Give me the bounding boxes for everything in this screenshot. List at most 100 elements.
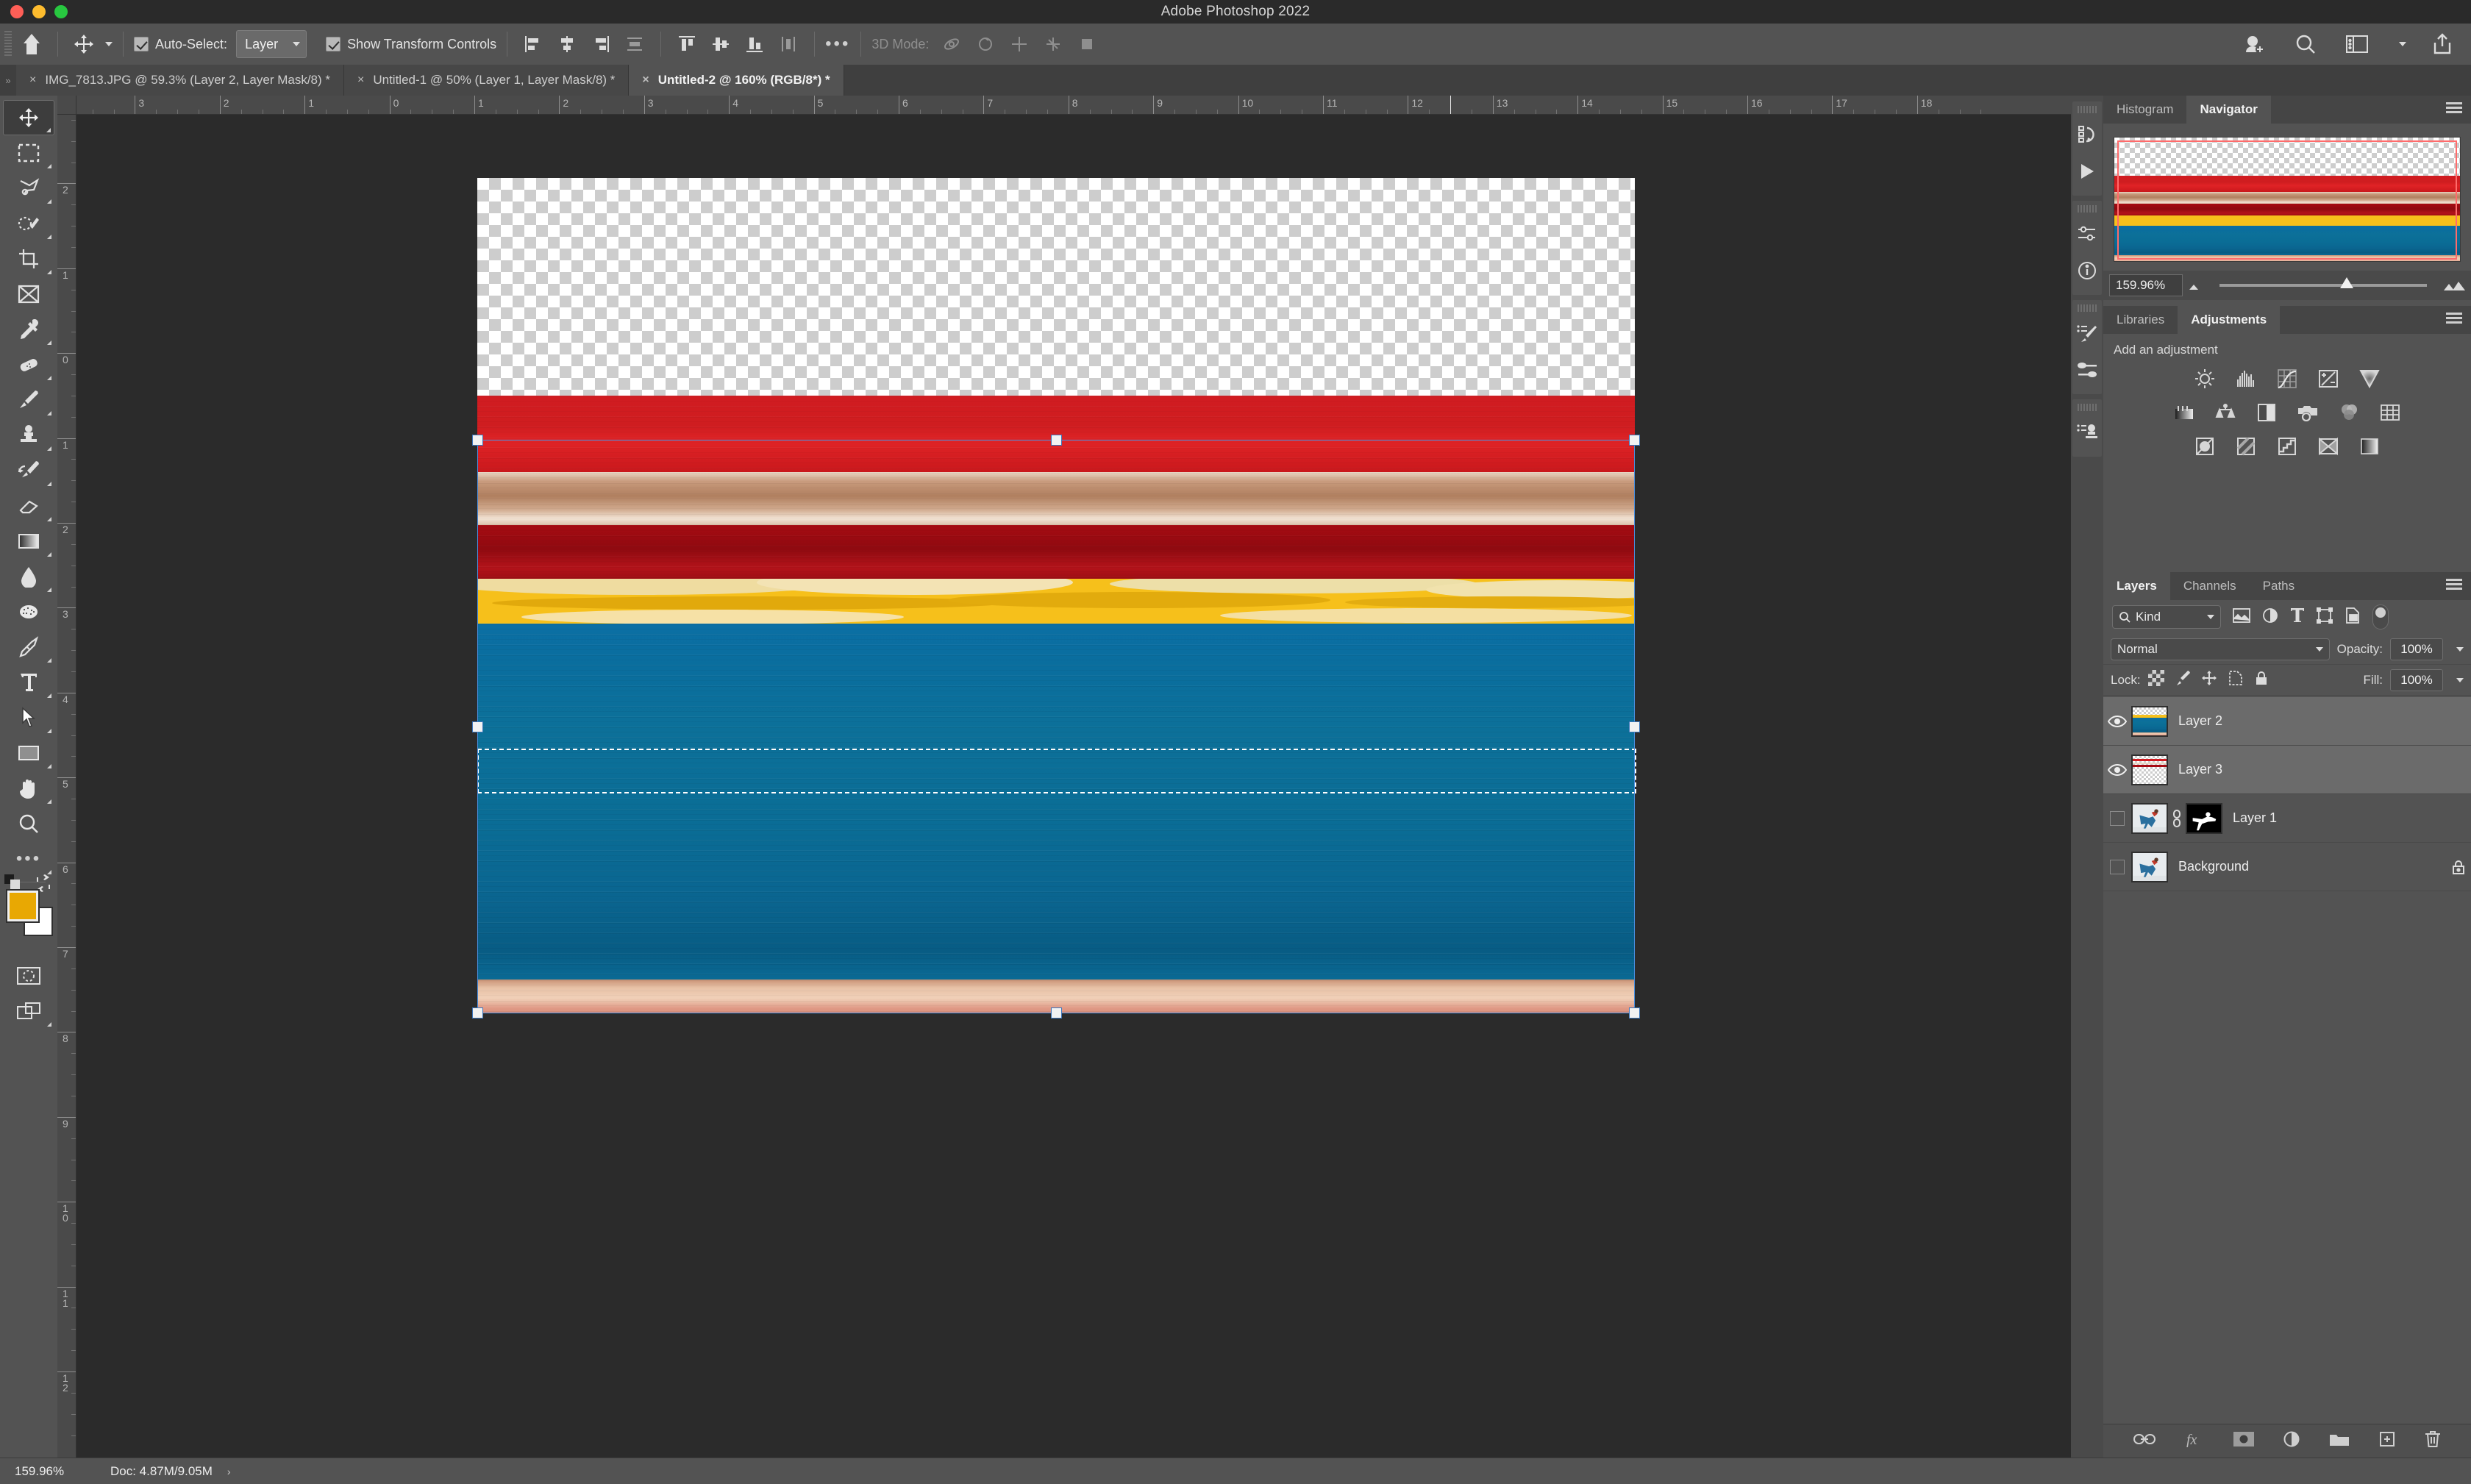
layer-visibility-toggle[interactable] [2103, 715, 2131, 728]
add-layer-style-icon[interactable]: fx [2185, 1431, 2204, 1451]
move-tool-icon[interactable] [68, 29, 99, 60]
brush-settings-icon[interactable] [2072, 315, 2102, 352]
fill-field[interactable]: 100% [2390, 668, 2443, 691]
gradient-map-icon[interactable] [2357, 434, 2382, 459]
layer-name[interactable]: Background [2178, 859, 2446, 874]
link-layers-icon[interactable] [2133, 1432, 2156, 1450]
brightness-contrast-icon[interactable] [2192, 366, 2217, 391]
tab-navigator[interactable]: Navigator [2186, 96, 2271, 124]
eraser-tool[interactable] [3, 488, 54, 524]
opacity-chevron-down-icon[interactable] [2456, 646, 2464, 652]
tab-adjustments[interactable]: Adjustments [2178, 306, 2281, 334]
roll-3d-icon[interactable] [970, 29, 1001, 60]
tab-libraries[interactable]: Libraries [2103, 306, 2178, 334]
canvas-area[interactable] [76, 115, 2071, 1458]
zoom-in-icon[interactable] [2439, 279, 2471, 292]
filter-type-icon[interactable] [2290, 607, 2305, 627]
brushes-icon[interactable] [2072, 352, 2102, 388]
align-top-edges-icon[interactable] [671, 29, 702, 60]
filter-enable-toggle[interactable] [2372, 604, 2389, 629]
tab-paths[interactable]: Paths [2249, 572, 2308, 600]
opacity-field[interactable]: 100% [2390, 638, 2443, 660]
layer-thumbnail[interactable] [2131, 802, 2168, 834]
tab-layers[interactable]: Layers [2103, 572, 2170, 600]
actions-play-icon[interactable] [2072, 153, 2102, 190]
lock-artboard-icon[interactable] [2228, 670, 2244, 690]
slide-3d-icon[interactable] [1038, 29, 1069, 60]
exposure-icon[interactable] [2316, 366, 2341, 391]
levels-icon[interactable] [2233, 366, 2258, 391]
orbit-3d-icon[interactable] [936, 29, 967, 60]
rectangular-marquee-tool[interactable] [3, 135, 54, 171]
layer-thumbnail[interactable] [2131, 705, 2168, 737]
ruler-corner[interactable] [57, 96, 76, 115]
clone-stamp-tool[interactable] [3, 418, 54, 453]
dodge-tool[interactable] [3, 594, 54, 629]
options-bar-grip[interactable] [4, 31, 12, 57]
vertical-ruler[interactable]: 3210123456789101112 [57, 115, 76, 1458]
eye-off-icon[interactable] [2110, 859, 2125, 874]
delete-layer-icon[interactable] [2425, 1430, 2441, 1452]
layer-visibility-toggle[interactable] [2103, 859, 2131, 874]
photo-filter-icon[interactable] [2295, 400, 2320, 425]
vibrance-icon[interactable] [2357, 366, 2382, 391]
maximize-window-button[interactable] [54, 5, 68, 18]
lock-image-pixels-icon[interactable] [2175, 670, 2191, 690]
layer-row-layer-2[interactable]: Layer 2 [2103, 697, 2471, 746]
new-layer-icon[interactable] [2379, 1431, 2395, 1451]
add-layer-mask-icon[interactable] [2233, 1432, 2254, 1450]
layer-thumbnail[interactable] [2131, 851, 2168, 882]
move-tool[interactable] [3, 100, 54, 135]
layer-filter-kind-dropdown[interactable]: Kind [2112, 605, 2221, 629]
layer-name[interactable]: Layer 3 [2178, 762, 2471, 777]
filter-smart-object-icon[interactable] [2345, 607, 2361, 627]
fill-chevron-down-icon[interactable] [2456, 677, 2464, 682]
link-mask-icon[interactable] [2168, 809, 2186, 828]
status-zoom-field[interactable]: 159.96% [0, 1464, 110, 1479]
status-chevron-icon[interactable]: › [227, 1466, 231, 1477]
align-right-edges-icon[interactable] [585, 29, 616, 60]
clone-source-icon[interactable] [2072, 414, 2102, 451]
align-vertical-centers-icon[interactable] [705, 29, 736, 60]
rectangle-tool[interactable] [3, 735, 54, 771]
share-user-icon[interactable] [2239, 29, 2269, 60]
document-tab-1[interactable]: × IMG_7813.JPG @ 59.3% (Layer 2, Layer M… [16, 65, 344, 96]
auto-select-checkbox[interactable] [134, 37, 149, 51]
align-bottom-edges-icon[interactable] [739, 29, 770, 60]
search-icon[interactable] [2290, 29, 2321, 60]
close-window-button[interactable] [10, 5, 24, 18]
channel-mixer-icon[interactable] [2336, 400, 2361, 425]
rail-grip[interactable] [2078, 404, 2097, 411]
lock-position-icon[interactable] [2201, 670, 2217, 690]
zoom-tool[interactable] [3, 806, 54, 841]
layer-name[interactable]: Layer 2 [2178, 713, 2471, 729]
lock-transparent-pixels-icon[interactable] [2147, 670, 2164, 690]
screen-mode-tool[interactable] [3, 994, 54, 1029]
rail-grip[interactable] [2078, 205, 2097, 213]
lock-all-icon[interactable] [2254, 670, 2269, 690]
layer-row-layer-3[interactable]: Layer 3 [2103, 746, 2471, 794]
blur-tool[interactable] [3, 559, 54, 594]
align-left-edges-icon[interactable] [518, 29, 549, 60]
filter-adjustment-icon[interactable] [2262, 607, 2278, 627]
posterize-icon[interactable] [2233, 434, 2258, 459]
distribute-horizontally-icon[interactable] [619, 29, 650, 60]
blend-mode-dropdown[interactable]: Normal [2111, 638, 2330, 660]
edit-toolbar-tool[interactable]: ••• [3, 841, 54, 877]
path-selection-tool[interactable] [3, 700, 54, 735]
properties-icon[interactable] [2072, 215, 2102, 252]
chevron-down-icon[interactable] [2399, 42, 2406, 46]
frame-tool[interactable] [3, 277, 54, 312]
curves-icon[interactable] [2275, 366, 2300, 391]
pen-tool[interactable] [3, 629, 54, 665]
tab-histogram[interactable]: Histogram [2103, 96, 2187, 124]
brush-tool[interactable] [3, 382, 54, 418]
horizontal-ruler[interactable]: 43210123456789101112131415161718 [76, 96, 2071, 115]
new-group-icon[interactable] [2329, 1432, 2350, 1450]
show-transform-controls-checkbox[interactable] [326, 37, 341, 51]
gradient-tool[interactable] [3, 524, 54, 559]
filter-shape-icon[interactable] [2316, 606, 2333, 627]
foreground-color-swatch[interactable] [6, 889, 40, 923]
align-horizontal-centers-icon[interactable] [552, 29, 582, 60]
layer-visibility-toggle[interactable] [2103, 763, 2131, 777]
